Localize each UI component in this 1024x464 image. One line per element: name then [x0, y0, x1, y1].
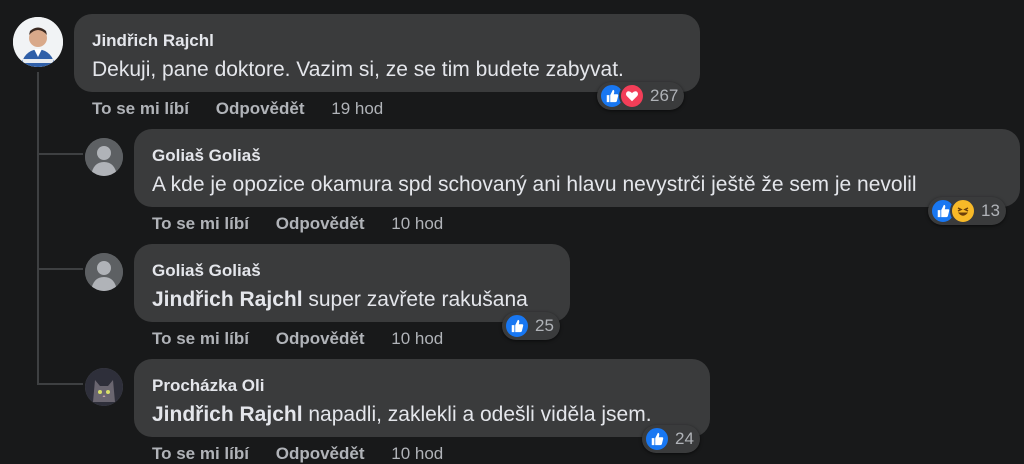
thread-connector-1 — [37, 153, 83, 155]
cat-photo-icon — [85, 368, 123, 406]
avatar[interactable] — [13, 17, 63, 67]
comment-bubble: Jindřich Rajchl Dekuji, pane doktore. Va… — [74, 14, 700, 92]
thread-connector-2 — [37, 268, 83, 270]
comment-text: Jindřich Rajchl super zavřete rakušana — [152, 288, 528, 312]
like-reaction-icon — [504, 313, 530, 339]
timestamp[interactable]: 10 hod — [391, 444, 443, 463]
like-button[interactable]: To se mi líbí — [92, 99, 189, 118]
comment-author[interactable]: Jindřich Rajchl — [92, 31, 214, 51]
comment-actions: To se mi líbí Odpovědět 10 hod — [152, 329, 443, 349]
reaction-count: 267 — [650, 86, 679, 105]
comment-body: A kde je opozice okamura spd schovaný an… — [152, 173, 917, 196]
comment-bubble: Goliaš Goliaš A kde je opozice okamura s… — [134, 129, 1020, 207]
reply-button[interactable]: Odpovědět — [276, 329, 365, 348]
like-button[interactable]: To se mi líbí — [152, 444, 249, 463]
comment-body: Dekuji, pane doktore. Vazim si, ze se ti… — [92, 58, 624, 81]
comment-actions: To se mi líbí Odpovědět 19 hod — [92, 99, 383, 119]
reaction-count: 13 — [981, 201, 1000, 220]
comment-author[interactable]: Procházka Oli — [152, 376, 264, 396]
reaction-count: 25 — [535, 316, 554, 335]
comment-bubble: Procházka Oli Jindřich Rajchl napadli, z… — [134, 359, 710, 437]
reply-button[interactable]: Odpovědět — [276, 214, 365, 233]
like-reaction-icon — [644, 426, 670, 452]
thread-connector-3 — [37, 383, 83, 385]
timestamp[interactable]: 10 hod — [391, 214, 443, 233]
love-reaction-icon — [619, 83, 645, 109]
default-avatar-icon — [85, 253, 123, 291]
comment-text: Jindřich Rajchl napadli, zaklekli a odeš… — [152, 403, 652, 427]
comment-text: Dekuji, pane doktore. Vazim si, ze se ti… — [92, 58, 624, 82]
mention-link[interactable]: Jindřich Rajchl — [152, 288, 303, 311]
comment-body: super zavřete rakušana — [302, 288, 528, 311]
avatar[interactable] — [85, 253, 123, 291]
reaction-count: 24 — [675, 429, 694, 448]
avatar[interactable] — [85, 368, 123, 406]
profile-photo-icon — [13, 17, 63, 67]
reactions-summary[interactable]: 25 — [502, 312, 560, 340]
comment-author[interactable]: Goliaš Goliaš — [152, 261, 261, 281]
haha-reaction-icon — [950, 198, 976, 224]
timestamp[interactable]: 10 hod — [391, 329, 443, 348]
reactions-summary[interactable]: 13 — [928, 197, 1006, 225]
comment-actions: To se mi líbí Odpovědět 10 hod — [152, 214, 443, 234]
like-button[interactable]: To se mi líbí — [152, 214, 249, 233]
comment-author[interactable]: Goliaš Goliaš — [152, 146, 261, 166]
comment-bubble: Goliaš Goliaš Jindřich Rajchl super zavř… — [134, 244, 570, 322]
default-avatar-icon — [85, 138, 123, 176]
reply-button[interactable]: Odpovědět — [216, 99, 305, 118]
comment-text: A kde je opozice okamura spd schovaný an… — [152, 173, 917, 197]
like-button[interactable]: To se mi líbí — [152, 329, 249, 348]
avatar[interactable] — [85, 138, 123, 176]
comment-body: napadli, zaklekli a odešli viděla jsem. — [302, 403, 652, 426]
reactions-summary[interactable]: 267 — [597, 82, 685, 110]
mention-link[interactable]: Jindřich Rajchl — [152, 403, 303, 426]
timestamp[interactable]: 19 hod — [331, 99, 383, 118]
reactions-summary[interactable]: 24 — [642, 425, 700, 453]
thread-line-vertical — [37, 72, 39, 383]
reply-button[interactable]: Odpovědět — [276, 444, 365, 463]
comment-actions: To se mi líbí Odpovědět 10 hod — [152, 444, 443, 464]
